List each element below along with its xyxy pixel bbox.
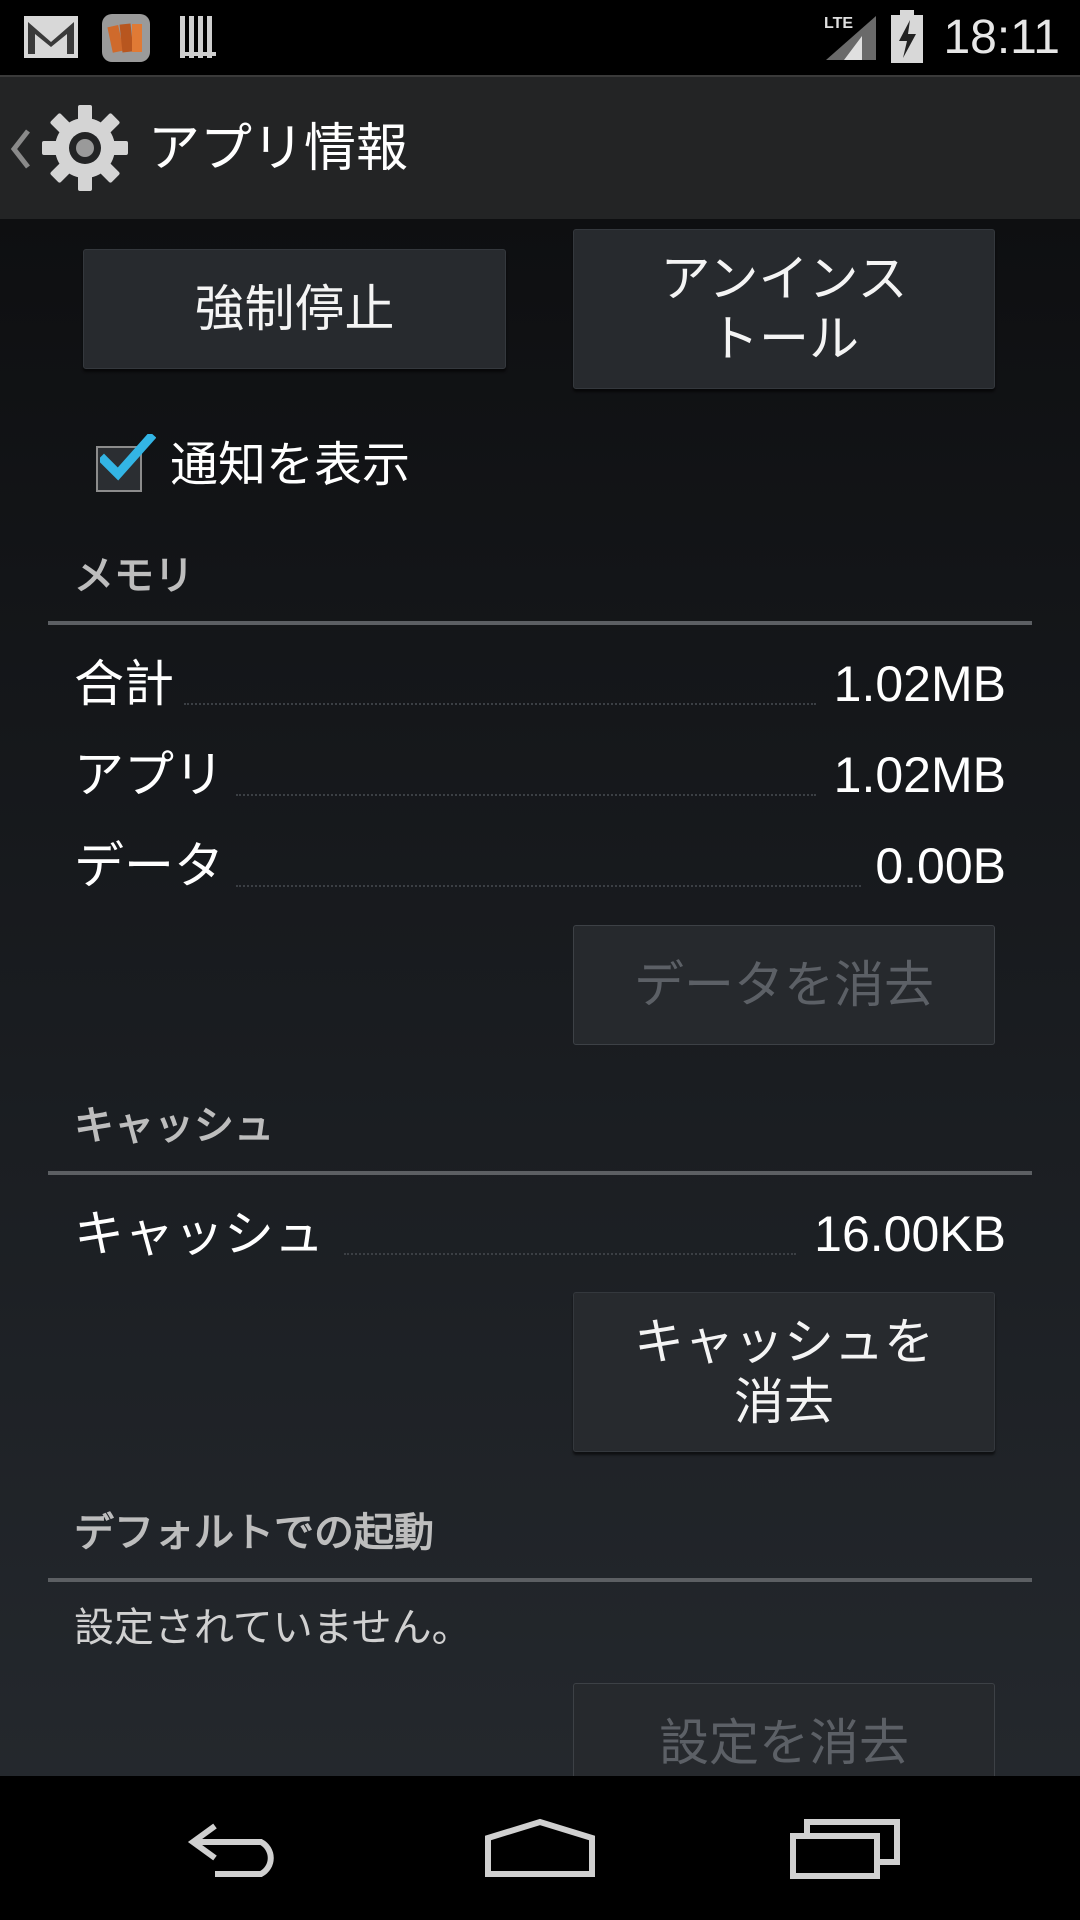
gmail-icon [22,14,80,64]
svg-text:LTE: LTE [824,15,853,32]
up-chevron-icon[interactable] [10,129,32,173]
cache-size-value: 16.00KB [814,1206,1006,1262]
leader-dots [344,1253,796,1255]
memory-total-row: 合計 1.02MB [74,651,1006,717]
cache-size-row: キャッシュ 16.00KB [74,1201,1006,1267]
recent-apps-icon[interactable] [775,1812,915,1884]
clear-data-button[interactable]: データを消去 [573,925,995,1045]
clear-cache-button[interactable]: キャッシュを 消去 [573,1292,995,1452]
memory-data-value: 0.00B [875,838,1006,894]
show-notifications-checkbox[interactable] [96,434,156,492]
memory-app-row: アプリ 1.02MB [74,742,1006,808]
force-stop-button[interactable]: 強制停止 [83,249,506,369]
leader-dots [236,885,861,887]
battery-charging-icon [890,10,924,68]
cache-section-header: キャッシュ [74,1103,274,1149]
leader-dots [184,703,816,705]
check-mark-icon [100,434,156,481]
memory-total-label: 合計 [74,655,174,713]
status-bar: LTE 18:11 [0,0,1080,75]
launch-defaults-section-header: デフォルトでの起動 [74,1510,434,1556]
app-info-screen: LTE 18:11 アプリ情報 強制停止 アンインス トール 通知を表示 メモリ… [0,0,1080,1920]
app-info-content[interactable]: 強制停止 アンインス トール 通知を表示 メモリ 合計 1.02MB アプリ 1… [0,219,1080,1776]
cache-divider [48,1171,1032,1175]
memory-total-value: 1.02MB [833,656,1006,712]
lte-signal-icon: LTE [824,12,878,66]
launch-defaults-status: 設定されていません。 [74,1605,472,1651]
clear-defaults-button[interactable]: 設定を消去 [573,1683,995,1776]
home-icon[interactable] [470,1812,610,1884]
show-notifications-label: 通知を表示 [170,437,411,493]
cache-size-label: キャッシュ [74,1205,324,1263]
uninstall-button[interactable]: アンインス トール [573,229,995,389]
barcode-icon [178,14,218,64]
memory-section-header: メモリ [74,553,194,599]
back-icon[interactable] [170,1812,310,1884]
memory-app-value: 1.02MB [833,747,1006,803]
clock: 18:11 [943,11,1060,64]
memory-data-row: データ 0.00B [74,833,1006,899]
memory-data-label: データ [74,837,224,895]
memory-app-label: アプリ [74,746,224,804]
books-icon [100,12,152,68]
page-title: アプリ情報 [148,119,409,179]
navigation-bar [0,1776,1080,1920]
leader-dots [236,794,816,796]
launch-defaults-divider [48,1578,1032,1582]
action-bar: アプリ情報 [0,75,1080,219]
settings-gear-icon[interactable] [40,103,130,197]
memory-divider [48,621,1032,625]
